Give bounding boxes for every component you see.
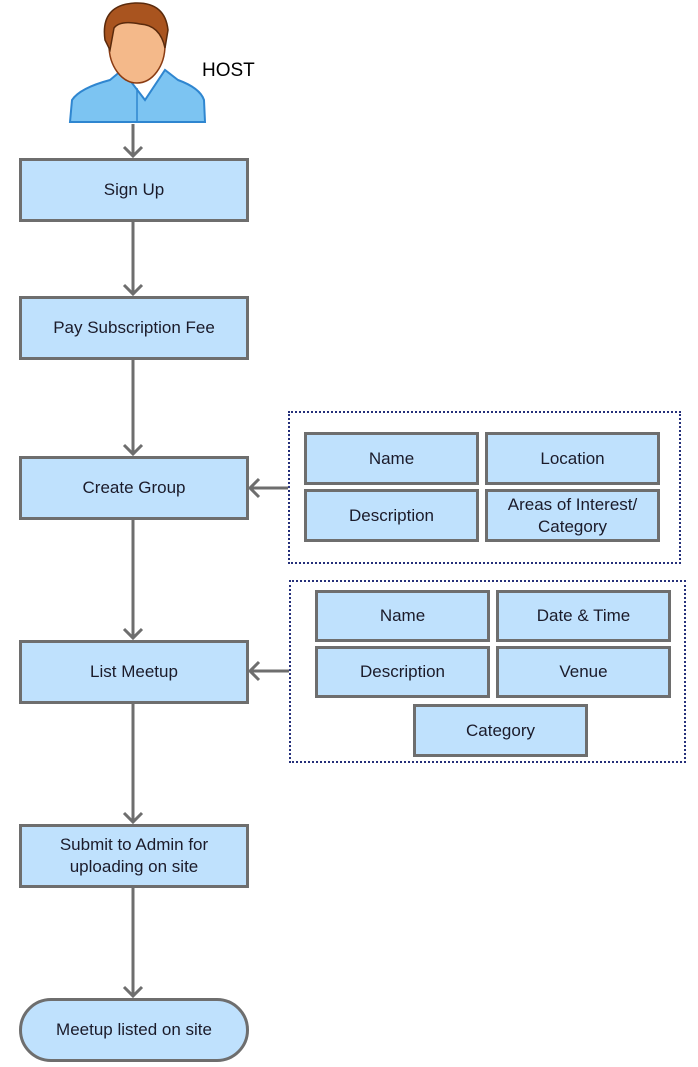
group-field-description: Description	[304, 489, 479, 542]
step-submit-to-admin: Submit to Admin for uploading on site	[19, 824, 249, 888]
group-field-location: Location	[485, 432, 660, 485]
meetup-field-venue: Venue	[496, 646, 671, 698]
step-pay-subscription-fee: Pay Subscription Fee	[19, 296, 249, 360]
step-create-group: Create Group	[19, 456, 249, 520]
group-field-name: Name	[304, 432, 479, 485]
step-list-meetup: List Meetup	[19, 640, 249, 704]
meetup-field-category: Category	[413, 704, 588, 757]
actor-label: HOST	[202, 60, 255, 81]
person-icon	[68, 2, 207, 123]
step-meetup-listed: Meetup listed on site	[19, 998, 249, 1062]
step-sign-up: Sign Up	[19, 158, 249, 222]
meetup-field-description: Description	[315, 646, 490, 698]
meetup-field-name: Name	[315, 590, 490, 642]
meetup-field-date-time: Date & Time	[496, 590, 671, 642]
group-field-areas-of-interest: Areas of Interest/ Category	[485, 489, 660, 542]
